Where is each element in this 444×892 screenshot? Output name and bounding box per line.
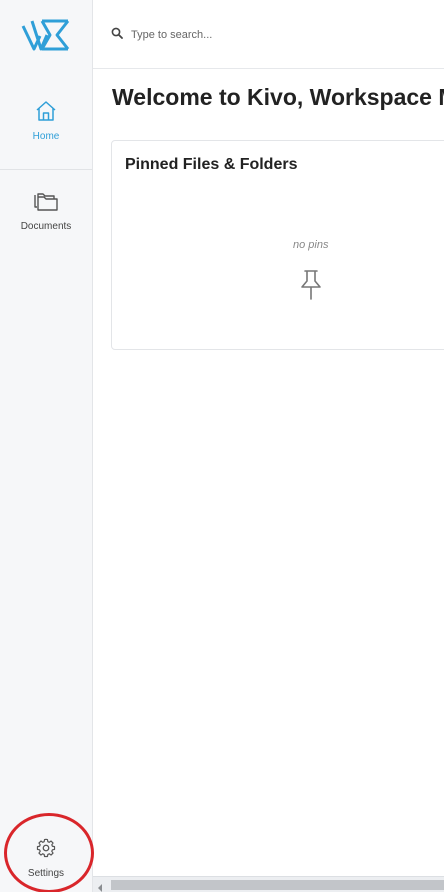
pinned-files-card: Pinned Files & Folders no pins: [111, 140, 444, 350]
scroll-left-arrow-icon[interactable]: [96, 880, 104, 892]
horizontal-scrollbar[interactable]: [93, 876, 444, 892]
pin-icon: [299, 269, 323, 306]
scrollbar-thumb[interactable]: [111, 880, 444, 890]
topbar: [93, 0, 444, 69]
folders-icon: [33, 190, 59, 215]
search-bar[interactable]: [111, 26, 411, 44]
app-window: Home Documents Settings Type to search..…: [0, 0, 444, 892]
home-icon: [34, 100, 58, 125]
sidebar-item-documents[interactable]: Documents: [0, 190, 92, 232]
card-title: Pinned Files & Folders: [125, 156, 298, 173]
search-input[interactable]: [131, 29, 411, 41]
page-title: Welcome to Kivo, Workspace M: [112, 84, 444, 110]
sidebar-divider: [0, 169, 92, 170]
search-icon: [111, 26, 123, 44]
sidebar-item-label: Documents: [20, 221, 72, 232]
sidebar-item-home[interactable]: Home: [0, 100, 92, 142]
annotation-circle: [4, 813, 94, 892]
sidebar: Home Documents Settings: [0, 0, 94, 892]
empty-state-text: no pins: [293, 239, 329, 251]
kivo-logo[interactable]: [20, 16, 70, 54]
sidebar-item-label: Home: [32, 131, 60, 142]
